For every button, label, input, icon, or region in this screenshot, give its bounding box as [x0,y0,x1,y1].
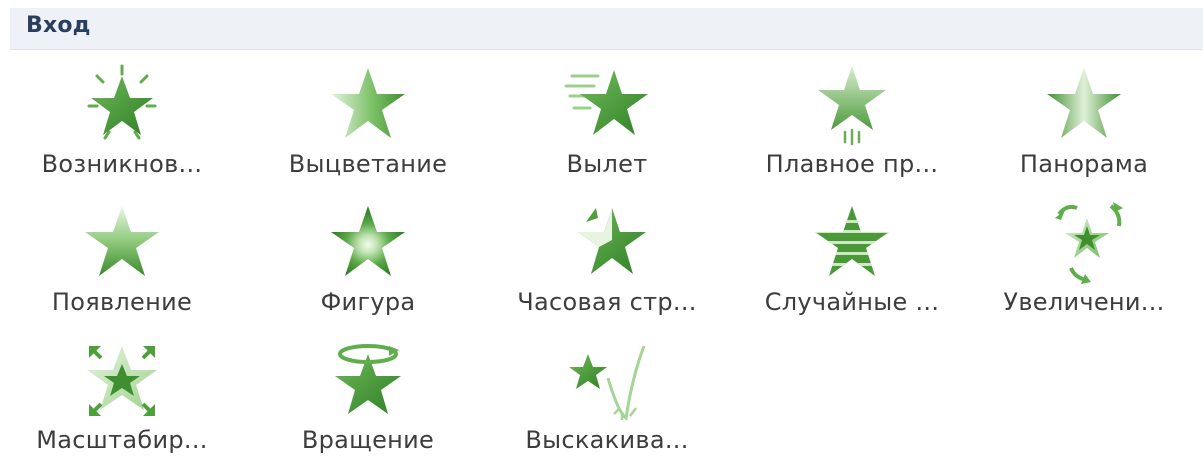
zoom-star-icon [67,338,177,424]
wipe-star-icon [67,200,177,286]
effect-item-bounce[interactable]: Выскакива... [489,338,725,464]
effect-label: Появление [51,288,193,316]
effect-label: Масштабир... [36,426,208,454]
effect-item-wipe[interactable]: Появление [4,200,240,326]
swivel-star-icon [313,338,423,424]
effect-item-fade[interactable]: Выцветание [250,62,486,188]
shape-star-icon [313,200,423,286]
appear-burst-star-icon [67,62,177,148]
bounce-star-icon [552,338,662,424]
effect-label: Увеличени... [1003,288,1165,316]
wheel-star-icon [552,200,662,286]
effect-item-wheel[interactable]: Часовая стр... [489,200,725,326]
grow-turn-star-icon [1029,200,1139,286]
split-star-icon [1029,62,1139,148]
fly-in-star-icon [552,62,662,148]
effect-item-appear[interactable]: Возникнов... [4,62,240,188]
effect-label: Плавное пр... [765,150,939,178]
effect-item-swivel[interactable]: Вращение [250,338,486,464]
float-in-star-icon [797,62,907,148]
effect-label: Панорама [1019,150,1149,178]
effect-label: Возникнов... [41,150,203,178]
effect-item-grow-turn[interactable]: Увеличени... [966,200,1202,326]
effect-label: Выскакива... [525,426,689,454]
effect-item-split[interactable]: Панорама [966,62,1202,188]
effect-label: Выцветание [288,150,448,178]
effect-label: Часовая стр... [517,288,697,316]
effect-label: Вращение [301,426,435,454]
fade-star-icon [313,62,423,148]
effect-label: Случайные ... [764,288,940,316]
effect-label: Фигура [320,288,416,316]
effect-item-fly-in[interactable]: Вылет [489,62,725,188]
entrance-effects-gallery: Возникнов... Выцветание Вылет Плавное пр… [0,0,1203,465]
effect-item-shape[interactable]: Фигура [250,200,486,326]
random-bars-star-icon [797,200,907,286]
effect-item-random-bars[interactable]: Случайные ... [734,200,970,326]
effect-item-zoom[interactable]: Масштабир... [4,338,240,464]
effect-item-float-in[interactable]: Плавное пр... [734,62,970,188]
effect-label: Вылет [566,150,648,178]
